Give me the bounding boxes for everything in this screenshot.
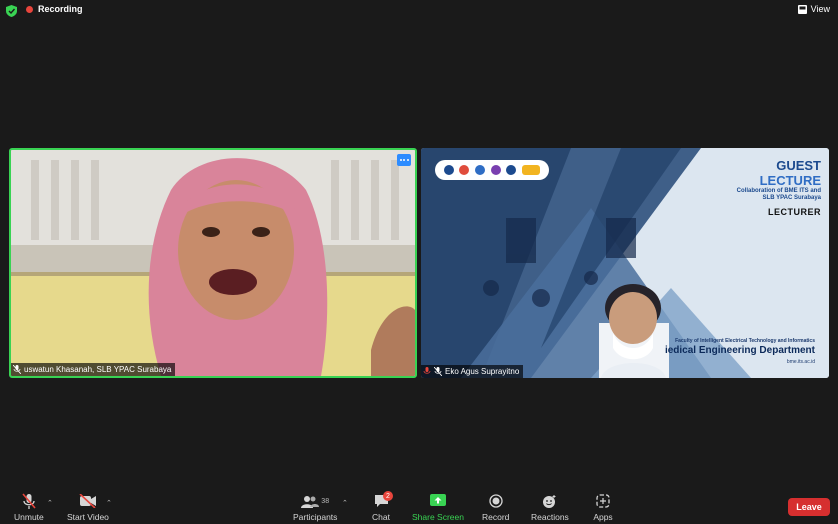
reactions-icon bbox=[543, 494, 556, 508]
logo-icon bbox=[443, 165, 454, 175]
mic-off-icon bbox=[13, 365, 21, 374]
apps-button[interactable]: Apps bbox=[592, 492, 614, 522]
shield-check-icon[interactable] bbox=[6, 5, 17, 17]
logo-icon bbox=[459, 165, 470, 175]
share-screen-button[interactable]: Share Screen bbox=[412, 492, 464, 522]
dot-icon bbox=[399, 159, 402, 161]
logo-icon bbox=[490, 165, 501, 175]
reactions-button[interactable]: Reactions bbox=[531, 492, 569, 522]
reactions-label: Reactions bbox=[531, 512, 569, 522]
recording-indicator[interactable]: Recording bbox=[26, 4, 83, 14]
recording-label: Recording bbox=[38, 4, 83, 14]
record-label: Record bbox=[482, 512, 510, 522]
slide-role: LECTURER bbox=[768, 207, 821, 217]
video-tile-left[interactable]: uswatun Khasanah, SLB YPAC Surabaya bbox=[9, 148, 417, 378]
chat-button[interactable]: 2 Chat bbox=[370, 491, 393, 522]
logo-icon bbox=[522, 165, 541, 175]
record-icon bbox=[489, 494, 503, 508]
mic-muted-icon bbox=[22, 492, 36, 509]
apps-label: Apps bbox=[593, 512, 613, 522]
slide-title-line2: LECTURE bbox=[759, 173, 821, 188]
recording-dot-icon bbox=[26, 5, 33, 13]
chat-unread-badge: 2 bbox=[383, 491, 393, 501]
slide-title: GUEST LECTURE Collaboration of BME ITS a… bbox=[737, 158, 821, 217]
unmute-options-chevron-icon[interactable]: ⌃ bbox=[47, 499, 53, 507]
record-button[interactable]: Record bbox=[482, 492, 509, 522]
participants-label: Participants bbox=[293, 512, 338, 522]
participant-name: Eko Agus Suprayitno bbox=[445, 367, 520, 376]
unmute-label: Unmute bbox=[14, 512, 44, 522]
video-tile-right[interactable]: GUEST LECTURE Collaboration of BME ITS a… bbox=[421, 148, 829, 378]
participants-button[interactable]: 38 Participants bbox=[293, 492, 337, 522]
slide-subtitle-line1: Collaboration of BME ITS and bbox=[736, 188, 821, 194]
participant-video bbox=[11, 150, 415, 376]
participant-name-tag: Eko Agus Suprayitno bbox=[421, 365, 524, 378]
grid-view-icon bbox=[797, 4, 807, 14]
slide-url: bme.its.ac.id bbox=[786, 359, 815, 365]
slide-faculty: Faculty of Intelligent Electrical Techno… bbox=[675, 338, 815, 344]
chat-label: Chat bbox=[372, 512, 390, 522]
mic-off-red-icon bbox=[423, 367, 431, 374]
video-options-chevron-icon[interactable]: ⌃ bbox=[106, 499, 112, 507]
share-screen-icon bbox=[429, 494, 446, 506]
unmute-button[interactable]: Unmute bbox=[14, 492, 44, 522]
logo-icon bbox=[506, 165, 517, 175]
leave-button[interactable]: Leave bbox=[788, 498, 830, 516]
mic-off-icon bbox=[434, 367, 442, 376]
start-video-button[interactable]: Start Video bbox=[67, 492, 109, 522]
view-label: View bbox=[810, 4, 830, 14]
participants-options-chevron-icon[interactable]: ⌃ bbox=[342, 499, 348, 507]
participant-name-tag: uswatun Khasanah, SLB YPAC Surabaya bbox=[11, 363, 176, 376]
participant-name: uswatun Khasanah, SLB YPAC Surabaya bbox=[24, 365, 172, 374]
video-off-icon bbox=[79, 494, 96, 508]
apps-icon bbox=[596, 494, 610, 508]
slide-department: iedical Engineering Department bbox=[664, 345, 815, 356]
start-video-label: Start Video bbox=[67, 512, 109, 522]
slide-title-line1: GUEST bbox=[776, 158, 821, 173]
partner-logos bbox=[435, 160, 549, 180]
share-screen-label: Share Screen bbox=[412, 512, 464, 522]
more-options-button[interactable] bbox=[397, 154, 411, 166]
meeting-toolbar: Unmute ⌃ Start Video ⌃ 38 Participants ⌃ bbox=[0, 490, 838, 524]
participants-count: 38 bbox=[321, 497, 330, 505]
logo-icon bbox=[475, 165, 486, 175]
slide-subtitle-line2: SLB YPAC Surabaya bbox=[762, 195, 821, 201]
dot-icon bbox=[406, 159, 409, 161]
top-bar: Recording View bbox=[0, 0, 838, 22]
participants-icon bbox=[301, 495, 320, 508]
dot-icon bbox=[403, 159, 405, 161]
view-button[interactable]: View bbox=[797, 4, 830, 14]
